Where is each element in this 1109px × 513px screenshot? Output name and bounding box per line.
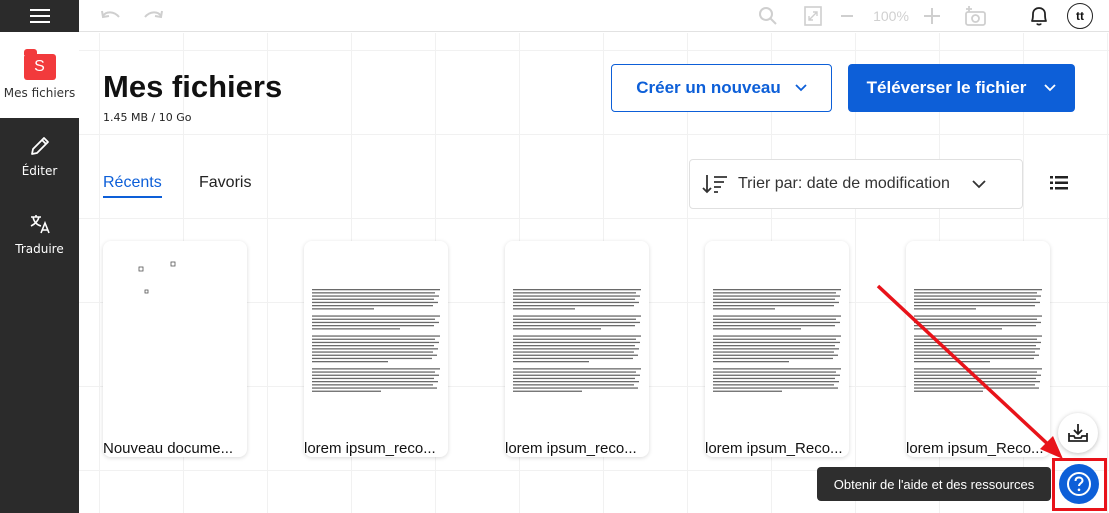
undo-button[interactable] xyxy=(97,0,125,32)
avatar: tt xyxy=(1067,3,1093,29)
hamburger-icon xyxy=(29,9,50,23)
storage-usage: 1.45 MB / 10 Go xyxy=(103,111,192,124)
sidebar-item-traduire[interactable]: Traduire xyxy=(0,212,79,256)
chevron-down-icon xyxy=(795,84,807,92)
page-title: Mes fichiers xyxy=(103,69,283,104)
sidebar-item-editer[interactable]: Éditer xyxy=(0,134,79,178)
file-name[interactable]: lorem ipsum_reco... xyxy=(304,440,454,457)
document-thumbnail xyxy=(914,289,1042,392)
tab-recents[interactable]: Récents xyxy=(103,174,162,198)
plus-icon xyxy=(924,8,940,24)
undo-icon xyxy=(101,10,120,19)
main-content: Mes fichiers 1.45 MB / 10 Go Créer un no… xyxy=(79,33,1109,513)
sort-label: Trier par: date de modification xyxy=(738,175,950,192)
sort-icon xyxy=(702,175,727,194)
upload-file-label: Téléverser le fichier xyxy=(866,78,1027,97)
tab-favoris[interactable]: Favoris xyxy=(199,174,251,192)
search-icon xyxy=(759,7,777,25)
zoom-in-button[interactable] xyxy=(921,0,943,32)
file-card[interactable] xyxy=(103,241,247,457)
user-avatar-button[interactable]: tt xyxy=(1066,0,1094,32)
sidebar-item-label: Éditer xyxy=(21,164,58,178)
question-mark-icon xyxy=(1067,472,1091,496)
sidebar-item-mes-fichiers[interactable]: S Mes fichiers xyxy=(0,32,79,118)
add-image-button[interactable] xyxy=(963,0,989,32)
hamburger-menu-button[interactable] xyxy=(0,0,79,32)
file-card[interactable] xyxy=(505,241,649,457)
document-thumbnail xyxy=(513,289,641,392)
redo-icon xyxy=(144,10,163,19)
fit-page-icon xyxy=(804,6,822,26)
upload-file-button[interactable]: Téléverser le fichier xyxy=(848,64,1075,112)
chevron-down-icon xyxy=(972,179,986,189)
list-view-button[interactable] xyxy=(1049,175,1069,195)
toolbar: 100% tt xyxy=(79,0,1109,32)
pencil-icon xyxy=(30,137,49,155)
sidebar-item-label: Traduire xyxy=(15,242,64,256)
sort-dropdown[interactable]: Trier par: date de modification xyxy=(689,159,1023,209)
file-card[interactable] xyxy=(705,241,849,457)
file-name[interactable]: Nouveau docume... xyxy=(103,440,253,457)
document-thumbnail xyxy=(713,289,841,392)
minus-icon xyxy=(841,15,853,17)
create-new-label: Créer un nouveau xyxy=(636,78,781,97)
download-tray-icon xyxy=(1068,424,1088,442)
redo-button[interactable] xyxy=(139,0,167,32)
list-view-icon xyxy=(1050,176,1068,190)
search-button[interactable] xyxy=(755,0,781,32)
file-name[interactable]: lorem ipsum_Reco... xyxy=(705,440,855,457)
file-card[interactable] xyxy=(304,241,448,457)
document-thumbnail xyxy=(312,289,440,392)
sidebar-item-label: Mes fichiers xyxy=(3,86,76,100)
help-tooltip: Obtenir de l'aide et des ressources xyxy=(817,467,1051,501)
folder-icon: S xyxy=(23,49,56,80)
file-name[interactable]: lorem ipsum_reco... xyxy=(505,440,655,457)
translate-icon xyxy=(30,215,50,234)
file-card[interactable] xyxy=(906,241,1050,457)
fit-page-button[interactable] xyxy=(801,0,825,32)
sidebar: S Mes fichiers Éditer Traduire xyxy=(0,0,79,513)
bell-icon xyxy=(1031,7,1047,26)
download-button[interactable] xyxy=(1058,413,1098,453)
zoom-out-button[interactable] xyxy=(837,0,857,32)
blank-document-thumbnail xyxy=(138,261,176,294)
camera-plus-icon xyxy=(965,6,986,26)
file-name[interactable]: lorem ipsum_Reco... xyxy=(906,440,1056,457)
chevron-down-icon xyxy=(1044,84,1056,92)
zoom-level: 100% xyxy=(873,8,909,24)
create-new-button[interactable]: Créer un nouveau xyxy=(611,64,832,112)
logo-letter: S xyxy=(34,58,45,75)
help-button[interactable] xyxy=(1059,464,1099,504)
notifications-button[interactable] xyxy=(1025,0,1053,32)
